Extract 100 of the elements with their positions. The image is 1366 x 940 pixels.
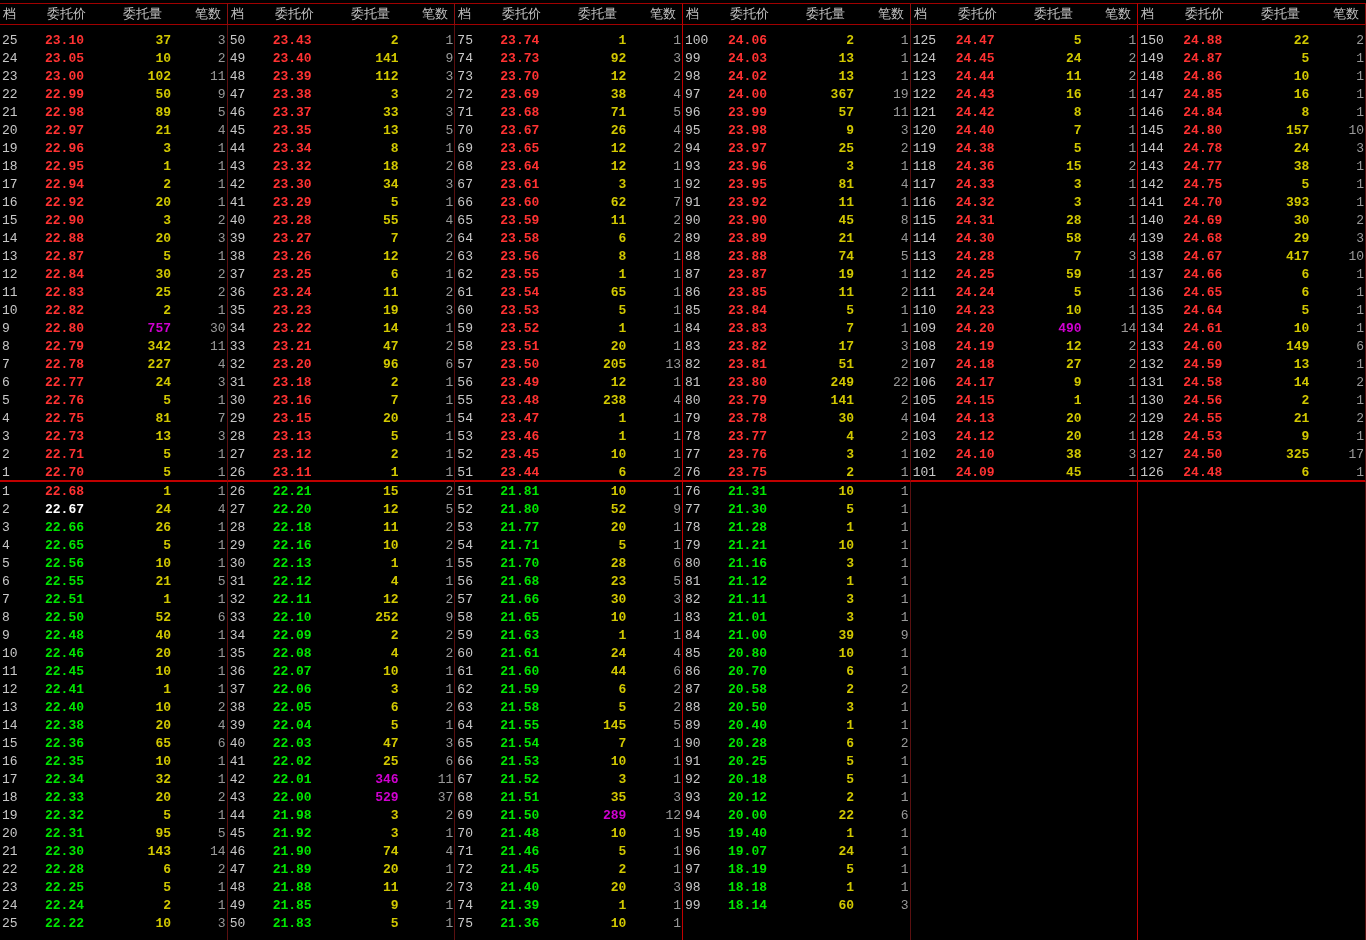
volume-value: 9 [846,122,854,140]
volume-value: 30 [838,410,854,428]
price-value: 24.61 [1183,320,1223,338]
level-number: 40 [228,212,247,230]
count-value: 5 [673,104,682,122]
level-number: 22 [1,861,19,879]
volume-value: 10 [838,645,854,663]
price-value: 18.14 [728,897,767,915]
count-value: 1 [900,32,910,50]
price-value: 24.59 [1183,356,1223,374]
level-number: 91 [684,753,702,771]
count-value: 6 [673,663,682,681]
level-number: 120 [911,122,938,140]
count-value: 1 [1128,176,1138,194]
price-value: 24.47 [955,32,995,50]
volume-value: 38 [610,86,627,104]
count-value: 1 [217,897,227,915]
price-value: 22.79 [45,338,84,356]
volume-value: 20 [155,230,171,248]
volume-value: 13 [838,68,854,86]
level-number: 58 [456,338,474,356]
price-value: 22.22 [45,915,84,933]
count-value: 1 [673,771,682,789]
count-value: 1 [900,825,910,843]
volume-value: 9 [1301,428,1310,446]
price-value: 21.12 [728,573,767,591]
count-value: 5 [217,573,227,591]
level-number: 47 [228,86,247,104]
count-value: 1 [673,627,682,645]
count-value: 1 [1356,284,1365,302]
volume-value: 11 [838,284,854,302]
count-value: 1 [900,266,910,284]
level-number: 3 [1,428,11,446]
price-value: 23.16 [272,392,312,410]
volume-value: 490 [1058,320,1082,338]
volume-value: 6 [846,663,854,681]
level-number: 104 [911,410,938,428]
volume-value: 20 [155,789,171,807]
level-number: 16 [1,194,19,212]
volume-value: 40 [155,627,171,645]
price-value: 22.24 [45,897,84,915]
level-number: 21 [1,104,19,122]
price-value: 23.73 [500,50,540,68]
level-number: 42 [228,771,247,789]
count-value: 1 [900,483,910,501]
level-number: 77 [684,446,702,464]
column-header: 笔数 [194,5,221,23]
volume-value: 4 [846,428,854,446]
count-value: 1 [445,410,455,428]
price-value: 19.07 [728,843,767,861]
level-number: 2 [1,446,11,464]
price-value: 24.13 [955,410,995,428]
price-value: 23.53 [500,302,540,320]
volume-value: 20 [610,338,627,356]
count-value: 1 [217,519,227,537]
volume-value: 5 [1301,50,1310,68]
volume-value: 7 [846,320,854,338]
price-value: 22.88 [45,230,84,248]
price-value: 23.24 [272,284,312,302]
level-number: 66 [456,753,474,771]
volume-value: 1 [618,266,627,284]
price-value: 24.31 [955,212,995,230]
count-value: 1 [217,555,227,573]
volume-value: 1 [846,519,854,537]
price-value: 21.88 [272,879,312,897]
price-value: 21.30 [728,501,767,519]
column-header: 委托量 [1261,5,1302,23]
price-value: 23.22 [272,320,312,338]
count-value: 3 [900,122,910,140]
level-number: 141 [1139,194,1165,212]
level-number: 1 [1,483,11,501]
volume-value: 5 [1073,140,1082,158]
count-value: 3 [445,302,455,320]
price-value: 24.84 [1183,104,1223,122]
count-value: 1 [217,663,227,681]
level-number: 11 [1,284,19,302]
price-value: 24.40 [955,122,995,140]
volume-value: 1 [846,879,854,897]
price-value: 24.60 [1183,338,1223,356]
volume-value: 102 [147,68,171,86]
volume-value: 5 [618,699,627,717]
price-value: 24.17 [955,374,995,392]
volume-value: 12 [383,591,399,609]
level-number: 12 [1,681,19,699]
level-number: 39 [228,717,247,735]
price-value: 22.33 [45,789,84,807]
level-number: 97 [684,861,702,879]
level-number: 127 [1139,446,1165,464]
price-value: 24.20 [955,320,995,338]
volume-value: 1 [618,897,627,915]
level-number: 31 [228,374,247,392]
price-value: 21.52 [500,771,540,789]
volume-value: 38 [1293,158,1310,176]
volume-value: 5 [1301,176,1310,194]
price-value: 21.92 [272,825,312,843]
level-number: 122 [911,86,938,104]
volume-value: 7 [618,735,627,753]
count-value: 1 [673,519,682,537]
price-value: 21.40 [500,879,540,897]
volume-value: 26 [610,122,627,140]
